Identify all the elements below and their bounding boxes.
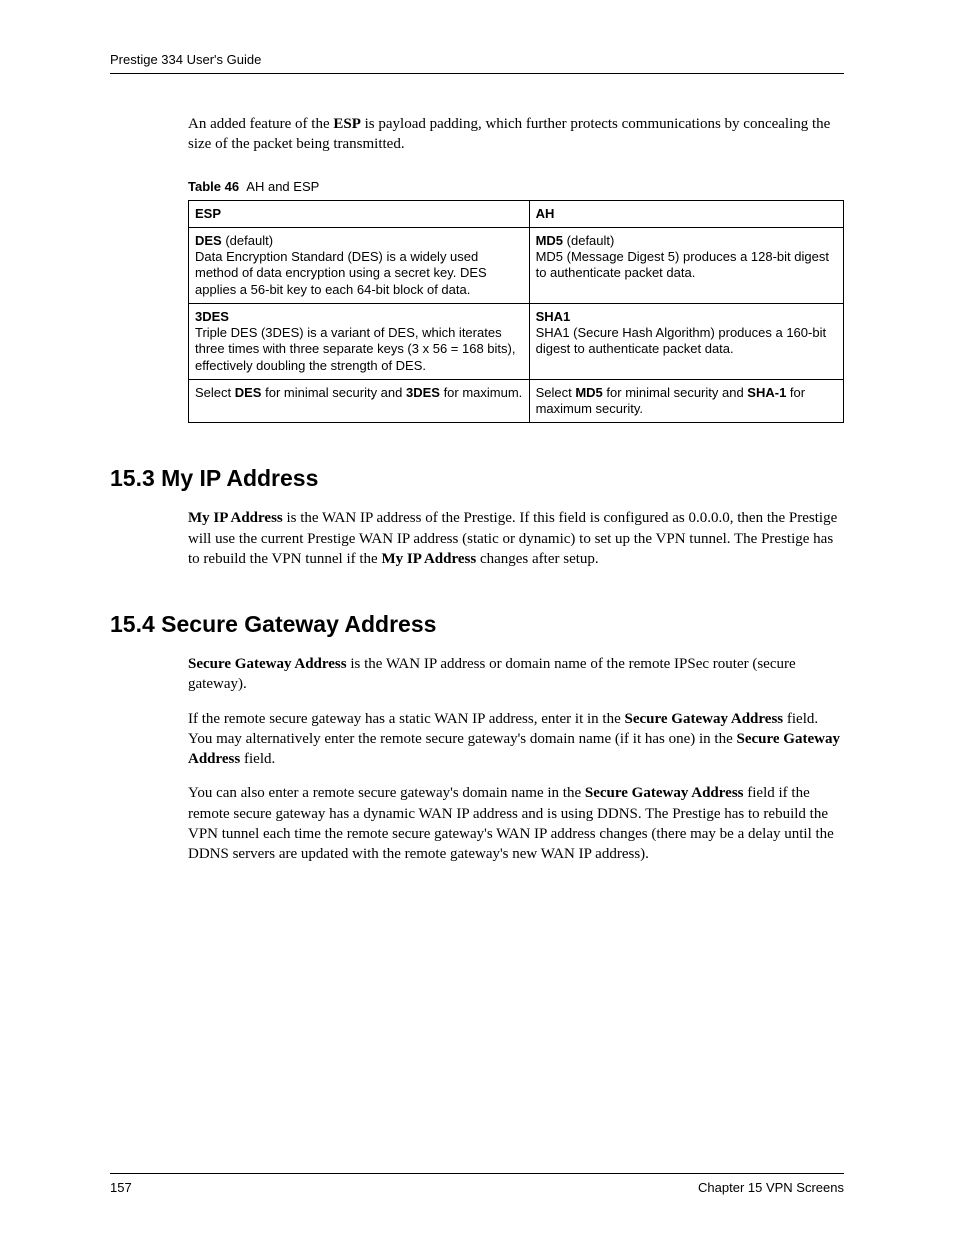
text-bold: SHA-1 <box>747 385 786 400</box>
text: (default) <box>222 233 273 248</box>
text-bold: Secure Gateway Address <box>625 711 784 727</box>
text-bold: 3DES <box>406 385 440 400</box>
section-heading-153: 15.3 My IP Address <box>110 465 844 492</box>
table-number: Table 46 <box>188 179 239 194</box>
text: If the remote secure gateway has a stati… <box>188 711 625 727</box>
running-header: Prestige 334 User's Guide <box>110 52 844 74</box>
text: You can also enter a remote secure gatew… <box>188 785 585 801</box>
section-154-body: Secure Gateway Address is the WAN IP add… <box>188 654 844 864</box>
paragraph: If the remote secure gateway has a stati… <box>188 709 844 770</box>
cell-ah-select: Select MD5 for minimal security and SHA-… <box>529 379 843 423</box>
esp-term: ESP <box>333 116 361 132</box>
text: changes after setup. <box>476 551 598 567</box>
paragraph: You can also enter a remote secure gatew… <box>188 783 844 864</box>
text-bold: My IP Address <box>188 510 283 526</box>
text-bold: 3DES <box>195 309 229 324</box>
text: Data Encryption Standard (DES) is a wide… <box>195 249 487 297</box>
text-bold: DES <box>235 385 262 400</box>
section-heading-154: 15.4 Secure Gateway Address <box>110 611 844 638</box>
text: for maximum. <box>440 385 522 400</box>
table-caption: Table 46 AH and ESP <box>188 179 844 194</box>
page: Prestige 334 User's Guide An added featu… <box>0 0 954 1235</box>
cell-esp-3des: 3DES Triple DES (3DES) is a variant of D… <box>189 303 530 379</box>
paragraph: My IP Address is the WAN IP address of t… <box>188 508 844 569</box>
cell-esp-select: Select DES for minimal security and 3DES… <box>189 379 530 423</box>
text: field. <box>240 751 275 767</box>
text-bold: MD5 <box>536 233 563 248</box>
table-title: AH and ESP <box>246 179 319 194</box>
table-header-row: ESP AH <box>189 200 844 227</box>
col-header-ah: AH <box>529 200 843 227</box>
text-bold: Secure Gateway Address <box>585 785 744 801</box>
table-row: Select DES for minimal security and 3DES… <box>189 379 844 423</box>
text-bold: DES <box>195 233 222 248</box>
paragraph: Secure Gateway Address is the WAN IP add… <box>188 654 844 695</box>
text: for minimal security and <box>261 385 406 400</box>
cell-ah-md5: MD5 (default) MD5 (Message Digest 5) pro… <box>529 227 843 303</box>
section-153-body: My IP Address is the WAN IP address of t… <box>188 508 844 569</box>
text: Select <box>195 385 235 400</box>
text-bold: SHA1 <box>536 309 571 324</box>
text: An added feature of the <box>188 116 333 132</box>
text-bold: Secure Gateway Address <box>188 656 347 672</box>
text: SHA1 (Secure Hash Algorithm) produces a … <box>536 325 826 356</box>
text: (default) <box>563 233 614 248</box>
text-bold: MD5 <box>575 385 602 400</box>
chapter-label: Chapter 15 VPN Screens <box>698 1180 844 1195</box>
table-row: 3DES Triple DES (3DES) is a variant of D… <box>189 303 844 379</box>
cell-ah-sha1: SHA1 SHA1 (Secure Hash Algorithm) produc… <box>529 303 843 379</box>
col-header-esp: ESP <box>189 200 530 227</box>
text-bold: My IP Address <box>381 551 476 567</box>
intro-block: An added feature of the ESP is payload p… <box>188 114 844 423</box>
text: MD5 (Message Digest 5) produces a 128-bi… <box>536 249 829 280</box>
ah-esp-table: ESP AH DES (default) Data Encryption Sta… <box>188 200 844 424</box>
text: for minimal security and <box>603 385 748 400</box>
table-row: DES (default) Data Encryption Standard (… <box>189 227 844 303</box>
page-number: 157 <box>110 1180 132 1195</box>
intro-paragraph: An added feature of the ESP is payload p… <box>188 114 844 155</box>
page-footer: 157 Chapter 15 VPN Screens <box>110 1173 844 1195</box>
text: Triple DES (3DES) is a variant of DES, w… <box>195 325 515 373</box>
cell-esp-des: DES (default) Data Encryption Standard (… <box>189 227 530 303</box>
text: Select <box>536 385 576 400</box>
